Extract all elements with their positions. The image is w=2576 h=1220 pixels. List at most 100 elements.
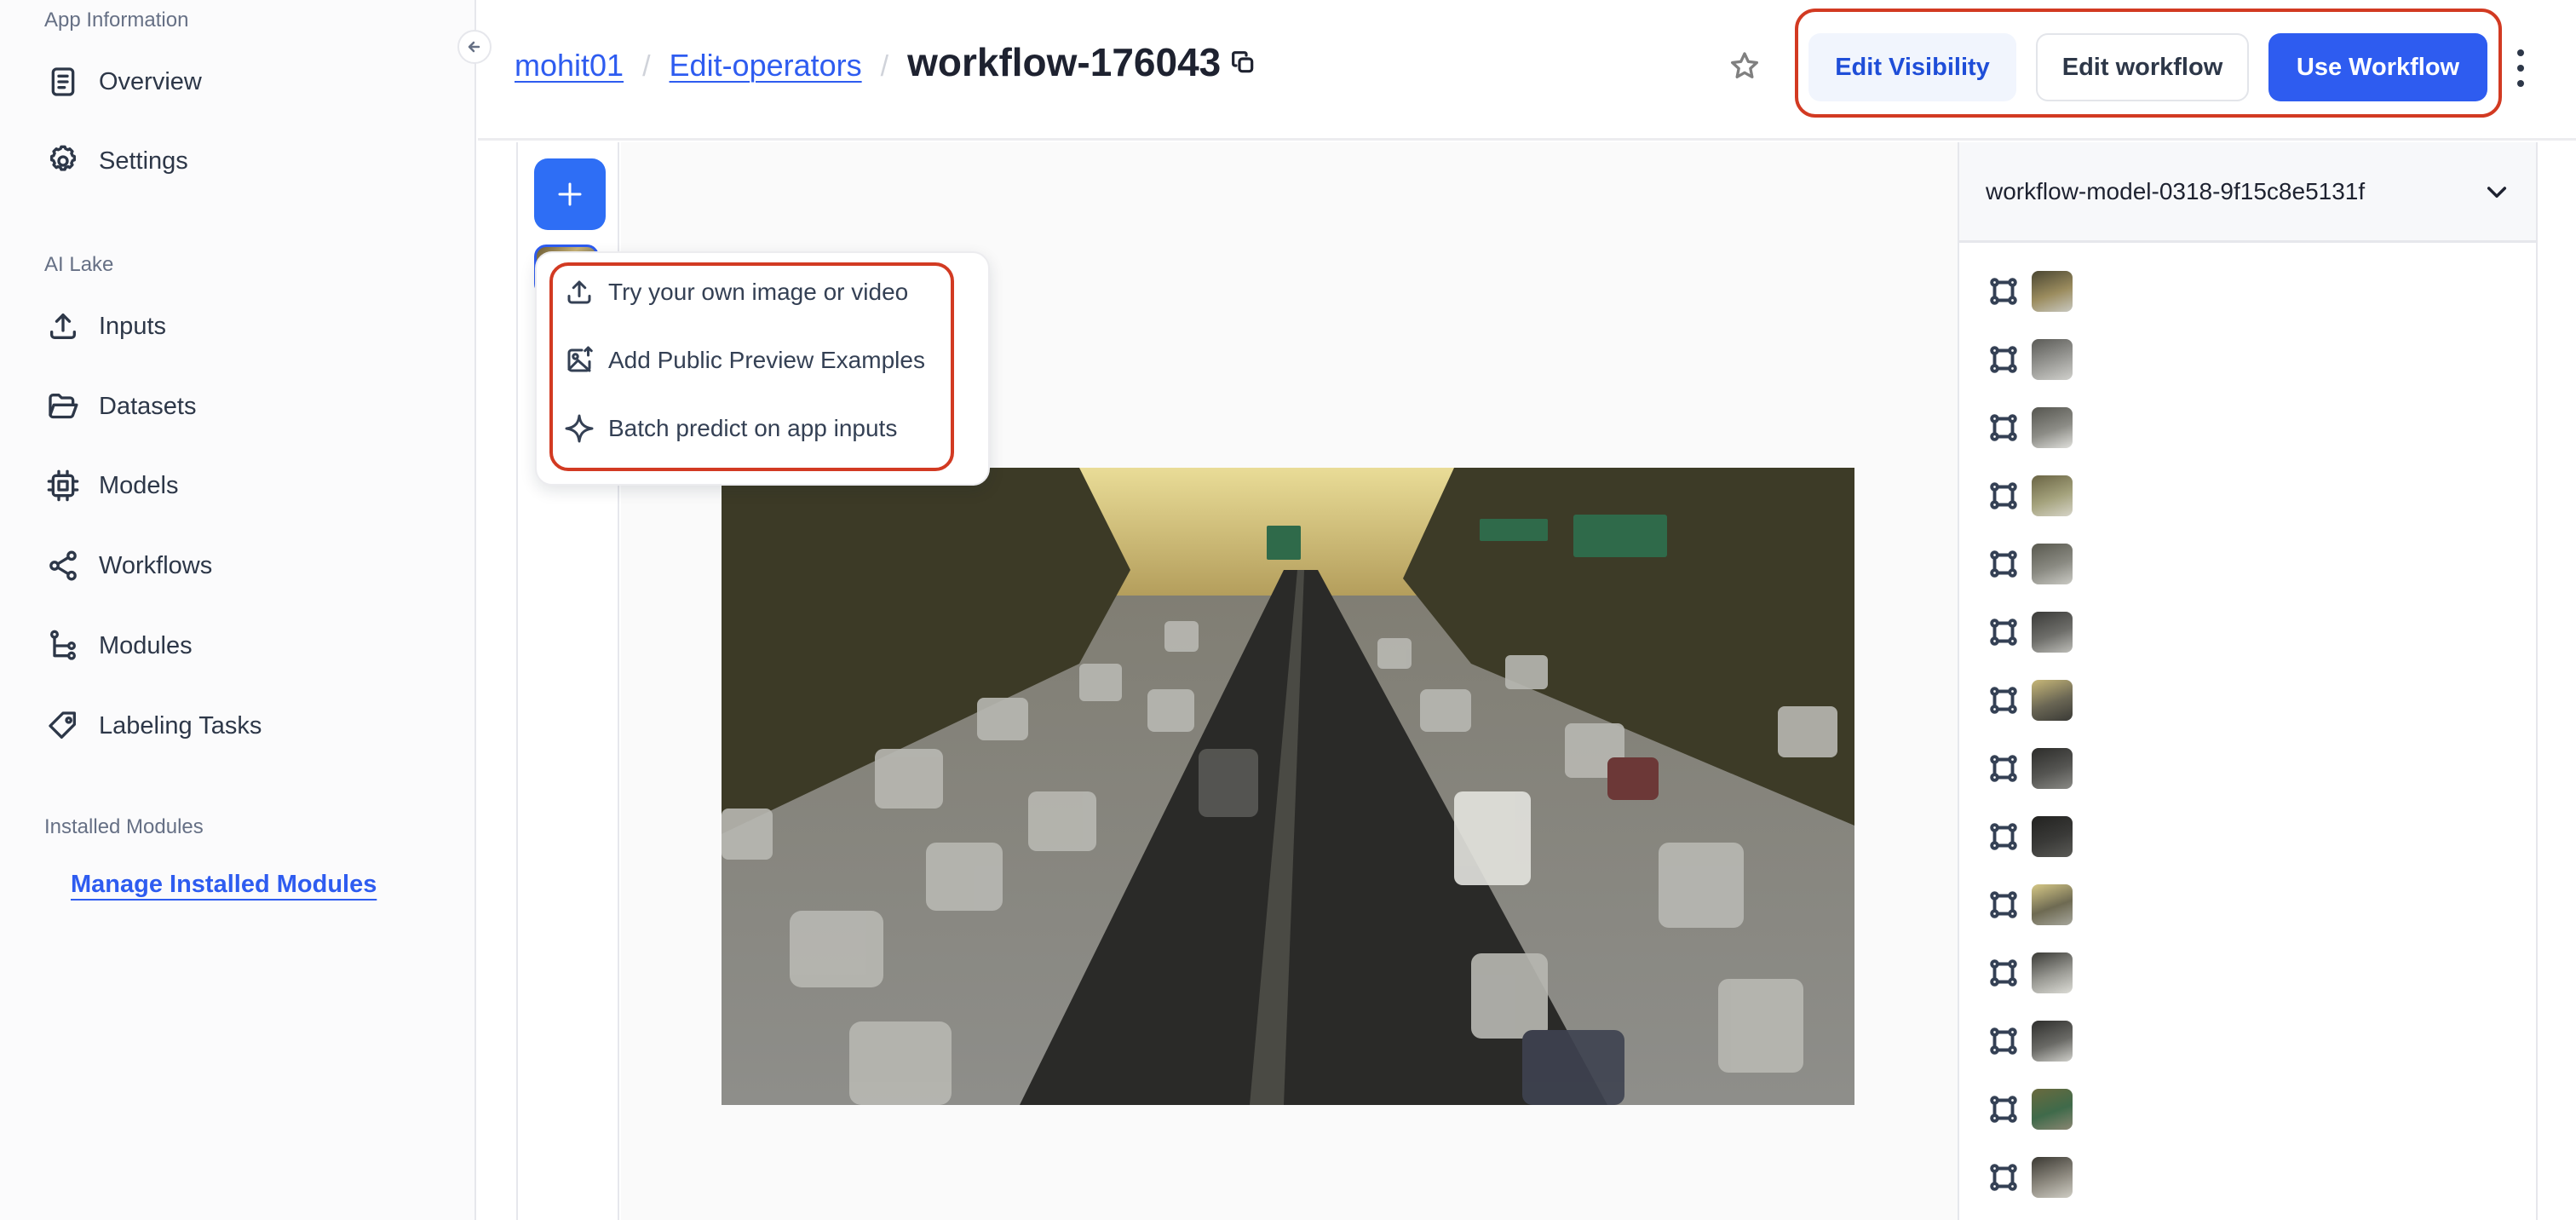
bounding-box-icon (1988, 1162, 2019, 1193)
sidebar-item-label: Datasets (99, 392, 197, 420)
bounding-box-icon (1988, 481, 2019, 511)
menu-item-label: Try your own image or video (608, 279, 909, 305)
region-list-item[interactable] (1988, 271, 2073, 312)
region-list-item[interactable] (1988, 680, 2073, 721)
region-list-item[interactable] (1988, 1157, 2073, 1198)
menu-item-label: Batch predict on app inputs (608, 415, 898, 441)
region-list-item[interactable] (1988, 339, 2073, 380)
region-list-item[interactable] (1988, 612, 2073, 653)
sidebar-item-models[interactable]: Models (44, 458, 179, 513)
region-thumbnail (2032, 475, 2073, 516)
breadcrumb: mohit01 / Edit-operators / workflow-1760… (515, 39, 1256, 85)
sidebar-item-overview[interactable]: Overview (44, 55, 202, 109)
share-nodes-icon (44, 547, 82, 584)
sidebar-item-modules[interactable]: Modules (44, 619, 193, 673)
sidebar-item-label: Models (99, 471, 179, 499)
star-icon[interactable] (1728, 49, 1762, 83)
tree-branch-icon (44, 627, 82, 665)
region-list-item[interactable] (1988, 884, 2073, 925)
sidebar-item-labeling-tasks[interactable]: Labeling Tasks (44, 699, 262, 753)
menu-item-batch-predict[interactable]: Batch predict on app inputs (562, 403, 897, 454)
page-header: mohit01 / Edit-operators / workflow-1760… (478, 0, 2576, 141)
sparkle-icon (562, 411, 596, 446)
region-list-item[interactable] (1988, 816, 2073, 857)
document-icon (44, 63, 82, 101)
image-upload-icon (562, 343, 596, 377)
chevron-down-icon (2483, 178, 2510, 205)
sidebar-item-label: Overview (99, 67, 202, 95)
region-list-item[interactable] (1988, 544, 2073, 584)
sidebar: App Information Overview Settings AI Lak… (0, 0, 476, 1220)
region-thumbnail (2032, 1021, 2073, 1062)
sidebar-item-inputs[interactable]: Inputs (44, 299, 166, 354)
bounding-box-icon (1988, 685, 2019, 716)
tag-icon (44, 707, 82, 745)
region-thumbnail (2032, 544, 2073, 584)
bounding-box-icon (1988, 1094, 2019, 1125)
sidebar-item-label: Inputs (99, 312, 166, 340)
bounding-box-icon (1988, 1026, 2019, 1056)
region-list-item[interactable] (1988, 407, 2073, 448)
sidebar-item-settings[interactable]: Settings (44, 134, 188, 188)
menu-item-label: Add Public Preview Examples (608, 347, 925, 373)
section-title-installed-modules: Installed Modules (44, 815, 204, 838)
region-thumbnail (2032, 680, 2073, 721)
sidebar-item-workflows[interactable]: Workflows (44, 538, 212, 593)
folder-open-icon (44, 388, 82, 425)
sidebar-item-label: Labeling Tasks (99, 711, 262, 739)
add-input-button[interactable] (534, 158, 606, 230)
region-list-item[interactable] (1988, 1021, 2073, 1062)
region-thumbnail (2032, 952, 2073, 993)
bounding-box-icon (1988, 412, 2019, 443)
plus-icon (558, 182, 582, 206)
menu-item-try-own-image[interactable]: Try your own image or video (562, 267, 908, 318)
arrow-left-icon (468, 41, 480, 53)
manage-installed-modules-link[interactable]: Manage Installed Modules (71, 871, 377, 899)
bounding-box-icon (1988, 958, 2019, 988)
bounding-box-icon (1988, 889, 2019, 920)
model-selector-dropdown[interactable]: workflow-model-0318-9f15c8e5131f (1959, 142, 2536, 243)
edit-workflow-button[interactable]: Edit workflow (2036, 33, 2249, 101)
region-thumbnail (2032, 884, 2073, 925)
sidebar-item-label: Modules (99, 631, 193, 659)
page-title: workflow-176043 (907, 40, 1222, 84)
region-list-item[interactable] (1988, 1089, 2073, 1130)
menu-item-add-public-preview[interactable]: Add Public Preview Examples (562, 335, 925, 386)
bounding-box-icon (1988, 617, 2019, 647)
breadcrumb-separator: / (880, 50, 889, 83)
region-thumbnail (2032, 748, 2073, 789)
breadcrumb-user-link[interactable]: mohit01 (515, 48, 624, 83)
region-thumbnail (2032, 816, 2073, 857)
bounding-box-icon (1988, 344, 2019, 375)
edit-visibility-button[interactable]: Edit Visibility (1808, 33, 2016, 101)
breadcrumb-separator: / (642, 50, 651, 83)
bounding-box-icon (1988, 753, 2019, 784)
bounding-box-icon (1988, 821, 2019, 852)
region-list-item[interactable] (1988, 952, 2073, 993)
section-title-app-information: App Information (44, 9, 189, 32)
model-selector-value: workflow-model-0318-9f15c8e5131f (1986, 177, 2366, 204)
kebab-vertical-icon[interactable] (2512, 49, 2529, 87)
region-list-item[interactable] (1988, 748, 2073, 789)
results-panel: workflow-model-0318-9f15c8e5131f (1958, 142, 2538, 1220)
bounding-box-icon (1988, 549, 2019, 579)
region-thumbnail (2032, 407, 2073, 448)
region-thumbnail (2032, 339, 2073, 380)
collapse-sidebar-button[interactable] (457, 30, 492, 64)
page-margin (2539, 142, 2576, 1220)
copy-icon[interactable] (1229, 49, 1256, 76)
upload-icon (44, 308, 82, 345)
use-workflow-button[interactable]: Use Workflow (2268, 33, 2487, 101)
region-thumbnail (2032, 271, 2073, 312)
preview-image[interactable] (722, 468, 1854, 1105)
cpu-chip-icon (44, 467, 82, 504)
section-title-ai-lake: AI Lake (44, 253, 114, 276)
bounding-box-icon (1988, 276, 2019, 307)
region-thumbnail (2032, 612, 2073, 653)
upload-icon (562, 275, 596, 309)
region-thumbnail (2032, 1157, 2073, 1198)
sidebar-item-label: Settings (99, 147, 188, 175)
sidebar-item-datasets[interactable]: Datasets (44, 379, 196, 434)
region-list-item[interactable] (1988, 475, 2073, 516)
breadcrumb-app-link[interactable]: Edit-operators (670, 48, 862, 83)
